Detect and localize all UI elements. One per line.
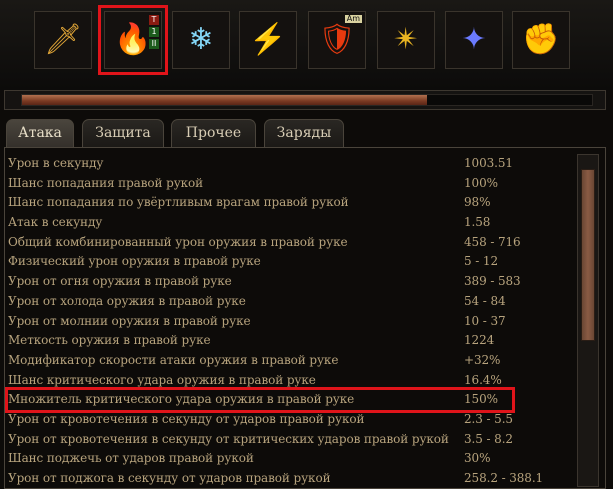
stat-row: Урон от кровотечения в секунду от ударов…	[8, 410, 568, 430]
skill-slot-sword[interactable]: 🗡	[34, 11, 92, 69]
skill-badges: T 1 II	[149, 15, 159, 51]
stat-row: Физический урон оружия в правой руке 5 - …	[8, 252, 568, 272]
stat-value: 1.58	[464, 215, 491, 230]
skill-badge-am: Am	[344, 14, 362, 23]
stat-row: Модификатор скорости атаки оружия в прав…	[8, 351, 568, 371]
stat-label: Модификатор скорости атаки оружия в прав…	[8, 352, 339, 367]
stat-label: Шанс критического удара оружия в правой …	[8, 372, 316, 387]
stat-row: Шанс попадания по увёртливым врагам прав…	[8, 193, 568, 213]
stat-value: +32%	[464, 352, 501, 367]
stat-value: 100%	[464, 175, 498, 190]
stat-value: 258.2 - 388.1	[464, 471, 544, 485]
stat-label: Урон от поджога в секунду от ударов прав…	[8, 471, 331, 485]
stat-row: Урон от поджога в секунду от ударов прав…	[8, 469, 568, 489]
skill-slot-golden-rune[interactable]: ✴	[377, 11, 435, 69]
experience-track	[21, 94, 593, 106]
stat-value: 5 - 12	[464, 254, 498, 269]
stat-label: Атак в секунду	[8, 215, 103, 230]
skill-slot-shield-warrior[interactable]: 🛡 Am	[308, 11, 366, 69]
skill-slot-fire-demon[interactable]: 🔥 T 1 II	[98, 5, 168, 75]
experience-bar	[4, 90, 606, 110]
green-slash-icon: ⚡	[249, 22, 287, 57]
stat-label: Шанс попадания по увёртливым врагам прав…	[8, 195, 349, 210]
stat-value: 98%	[464, 195, 491, 210]
stat-label: Урон от кровотечения в секунду от ударов…	[8, 411, 365, 426]
skill-slot-blue-spark[interactable]: ✦	[445, 11, 503, 69]
stat-value: 389 - 583	[464, 274, 521, 289]
stat-label: Урон от огня оружия в правой руке	[8, 274, 232, 289]
stat-label: Физический урон оружия в правой руке	[8, 254, 261, 269]
stat-row: Шанс поджечь от ударов правой рукой 30%	[8, 449, 568, 469]
scrollbar[interactable]	[577, 154, 599, 487]
stat-row-highlighted: Множитель критического удара оружия в пр…	[5, 387, 515, 413]
golden-rune-icon: ✴	[393, 22, 419, 57]
stat-row: Урон от холода оружия в правой руке 54 - …	[8, 292, 568, 312]
fist-icon: ✊	[522, 22, 560, 57]
stats-panel: Урон в секунду 1003.51 Шанс попадания прав…	[4, 147, 606, 489]
stat-row: Урон от кровотечения в секунду от критич…	[8, 430, 568, 450]
stat-row: Атак в секунду 1.58	[8, 213, 568, 233]
tab-attack[interactable]: Атака	[6, 119, 74, 147]
tab-charges[interactable]: Заряды	[264, 119, 344, 147]
stat-value: 54 - 84	[464, 293, 506, 308]
stat-row: Шанс критического удара оружия в правой …	[8, 371, 568, 391]
stat-row: Общий комбинированный урон оружия в прав…	[8, 233, 568, 253]
stat-label: Шанс попадания правой рукой	[8, 175, 204, 190]
skill-bar: 🗡 🔥 T 1 II ❄ ⚡ 🛡 Am ✴ ✦ ✊	[0, 0, 613, 90]
stat-label: Урон в секунду	[8, 156, 104, 170]
stat-label: Урон от кровотечения в секунду от критич…	[8, 431, 449, 446]
skill-slot-frost-warrior[interactable]: ❄	[172, 11, 230, 69]
skill-badge-t: T	[149, 15, 159, 25]
stat-label: Урон от молнии оружия в правой руке	[8, 313, 251, 328]
stat-value: 150%	[464, 392, 498, 407]
frost-warrior-icon: ❄	[188, 22, 214, 57]
stat-value: 1003.51	[464, 156, 513, 170]
stat-label: Меткость оружия в правой руке	[8, 333, 211, 348]
skill-badge-2: II	[149, 39, 159, 49]
stat-value: 458 - 716	[464, 234, 521, 249]
stat-row: Меткость оружия в правой руке 1224	[8, 331, 568, 351]
stat-value: 1224	[464, 333, 495, 348]
stat-value: 10 - 37	[464, 313, 506, 328]
skill-badge-1: 1	[149, 27, 159, 37]
stats-list: Урон в секунду 1003.51 Шанс попадания прав…	[5, 154, 568, 489]
stat-value: 2.3 - 5.5	[464, 411, 513, 426]
tab-defense[interactable]: Защита	[82, 119, 164, 147]
tab-misc[interactable]: Прочее	[171, 119, 256, 147]
stat-row: Урон от молнии оружия в правой руке 10 - …	[8, 312, 568, 332]
fire-demon-icon: 🔥	[114, 22, 152, 57]
stat-label: Множитель критического удара оружия в пр…	[8, 392, 355, 407]
stat-value: 30%	[464, 451, 491, 466]
stat-value: 3.5 - 8.2	[464, 431, 513, 446]
stat-row: Шанс попадания правой рукой 100%	[8, 174, 568, 194]
experience-fill	[22, 95, 427, 105]
stat-row: Урон от огня оружия в правой руке 389 - 5…	[8, 272, 568, 292]
sword-icon: 🗡	[43, 22, 83, 57]
skill-slot-green-slash[interactable]: ⚡	[239, 11, 297, 69]
shield-warrior-icon: 🛡	[317, 22, 357, 57]
stat-value: 16.4%	[464, 372, 502, 387]
stat-label: Урон от холода оружия в правой руке	[8, 293, 246, 308]
stat-label: Общий комбинированный урон оружия в прав…	[8, 234, 348, 249]
blue-spark-icon: ✦	[461, 22, 487, 57]
skill-slot-fist[interactable]: ✊	[512, 11, 570, 69]
stat-label: Шанс поджечь от ударов правой рукой	[8, 451, 254, 466]
stat-row: Урон в секунду 1003.51	[8, 154, 568, 174]
scroll-thumb[interactable]	[581, 169, 595, 341]
